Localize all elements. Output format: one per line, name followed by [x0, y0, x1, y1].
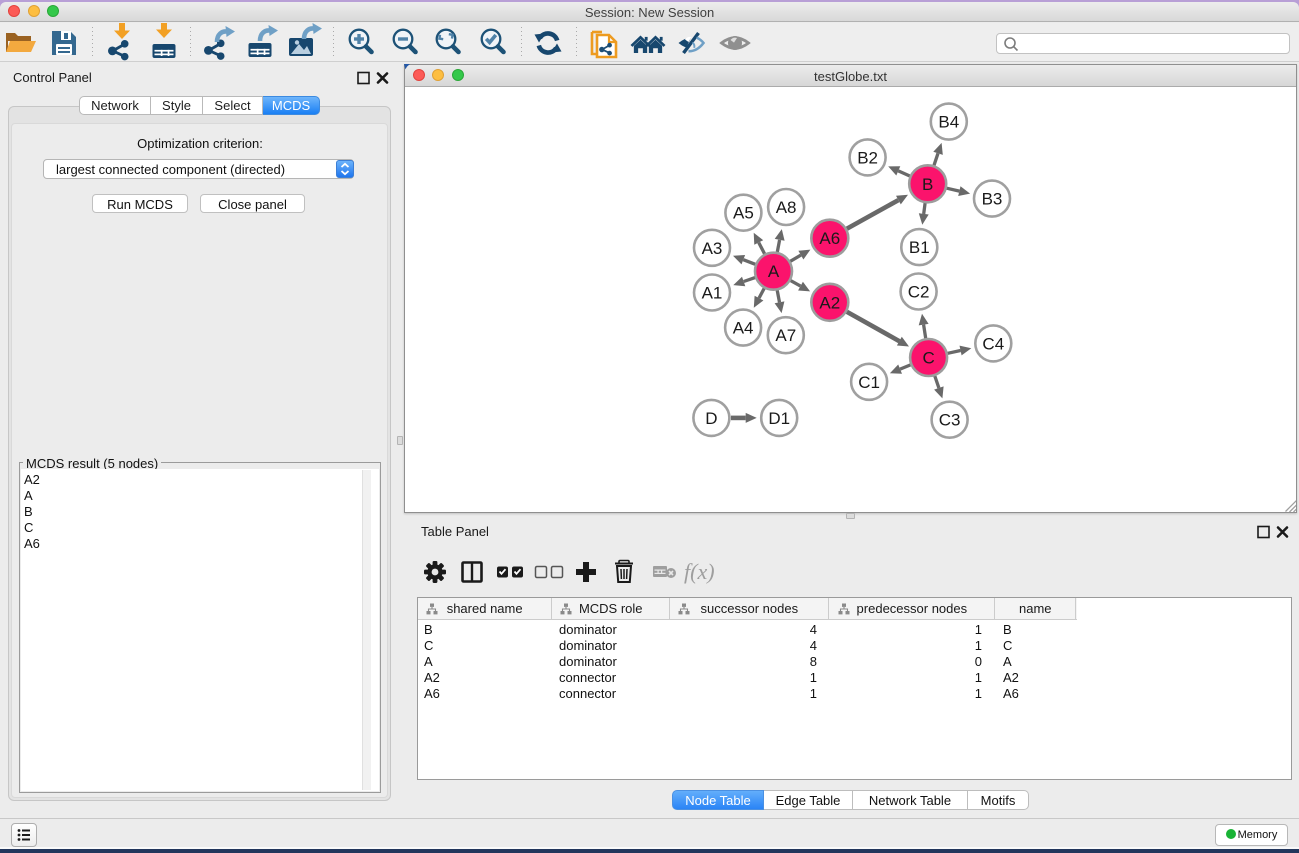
svg-text:A: A — [768, 262, 780, 281]
svg-text:B4: B4 — [938, 113, 959, 132]
svg-text:C2: C2 — [908, 283, 930, 302]
svg-text:A2: A2 — [819, 293, 840, 312]
svg-text:A1: A1 — [702, 284, 723, 303]
svg-text:C1: C1 — [858, 373, 880, 392]
svg-text:f(x): f(x) — [684, 559, 715, 584]
svg-text:A7: A7 — [775, 326, 796, 345]
svg-text:A5: A5 — [733, 204, 754, 223]
svg-text:B2: B2 — [857, 148, 878, 167]
svg-text:A6: A6 — [819, 229, 840, 248]
svg-text:A4: A4 — [733, 319, 754, 338]
svg-text:C4: C4 — [982, 334, 1004, 353]
svg-text:C: C — [922, 349, 934, 368]
svg-text:D1: D1 — [768, 409, 790, 428]
svg-text:C3: C3 — [939, 411, 961, 430]
svg-text:D: D — [705, 409, 717, 428]
svg-text:B1: B1 — [909, 238, 930, 257]
svg-text:A3: A3 — [702, 239, 723, 258]
svg-text:B: B — [922, 175, 933, 194]
svg-text:B3: B3 — [982, 190, 1003, 209]
svg-text:A8: A8 — [776, 198, 797, 217]
